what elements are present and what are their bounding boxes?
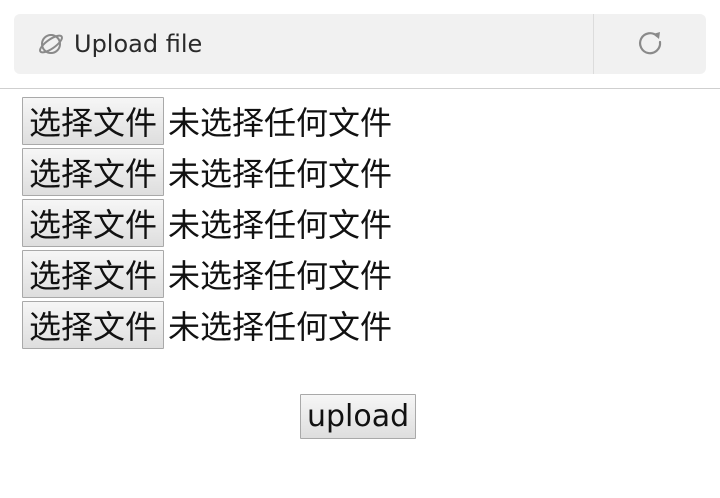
toolbar-divider (0, 88, 720, 89)
upload-button[interactable]: upload (300, 394, 417, 439)
file-input-row: 选择文件 未选择任何文件 (22, 197, 392, 248)
file-input-row: 选择文件 未选择任何文件 (22, 146, 392, 197)
choose-file-button[interactable]: 选择文件 (22, 249, 165, 298)
planet-icon (36, 29, 66, 59)
file-status-text: 未选择任何文件 (168, 256, 393, 295)
file-input-row: 选择文件 未选择任何文件 (22, 299, 392, 350)
page-title: Upload file (74, 30, 203, 58)
file-input-row: 选择文件 未选择任何文件 (22, 248, 392, 299)
reload-button[interactable] (594, 14, 706, 74)
choose-file-button[interactable]: 选择文件 (22, 96, 165, 145)
address-bar-title-area[interactable]: Upload file (14, 14, 594, 74)
file-status-text: 未选择任何文件 (168, 205, 393, 244)
file-input-list: 选择文件 未选择任何文件 选择文件 未选择任何文件 选择文件 未选择任何文件 选… (22, 95, 392, 350)
address-bar[interactable]: Upload file (14, 14, 706, 74)
reload-icon (635, 27, 665, 61)
choose-file-button[interactable]: 选择文件 (22, 300, 165, 349)
choose-file-button[interactable]: 选择文件 (22, 198, 165, 247)
file-input-row: 选择文件 未选择任何文件 (22, 95, 392, 146)
file-status-text: 未选择任何文件 (168, 154, 393, 193)
choose-file-button[interactable]: 选择文件 (22, 147, 165, 196)
file-status-text: 未选择任何文件 (168, 103, 393, 142)
file-status-text: 未选择任何文件 (168, 307, 393, 346)
